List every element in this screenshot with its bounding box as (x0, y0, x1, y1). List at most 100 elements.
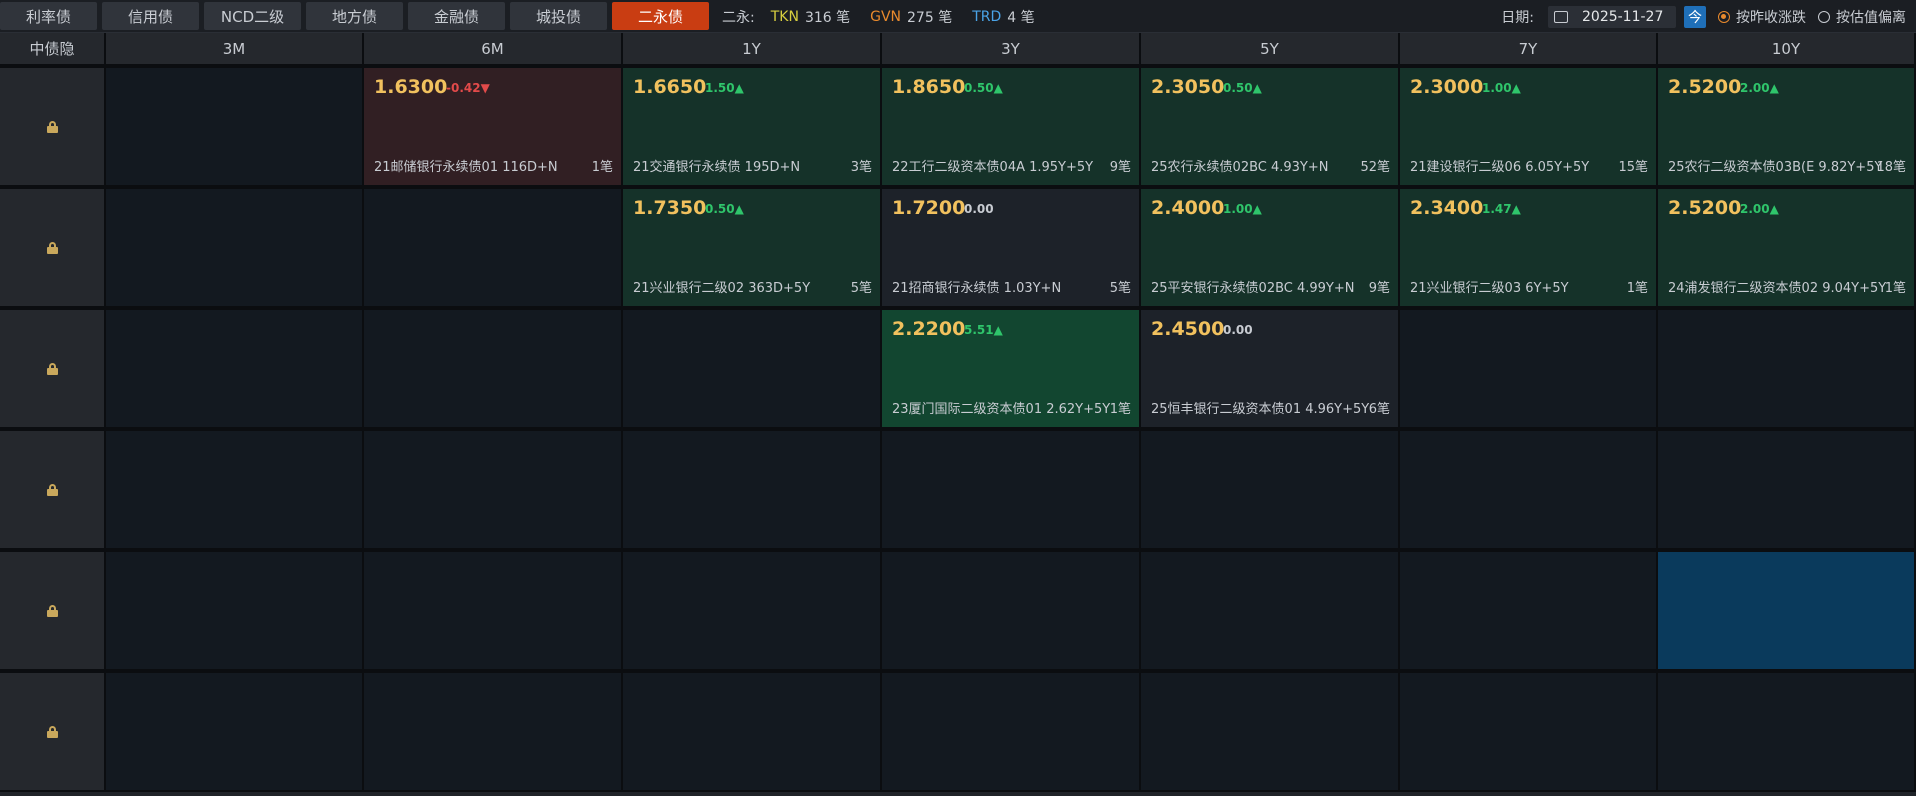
quote-cell[interactable]: 1.7200 0.00 21招商银行永续债 1.03Y+N 5笔 (882, 189, 1141, 308)
empty-cell[interactable] (364, 431, 623, 550)
empty-cell[interactable] (364, 189, 623, 308)
empty-cell[interactable] (1658, 673, 1916, 792)
yield-rate: 1.7200 (892, 197, 966, 219)
trade-count: 1笔 (1884, 281, 1906, 296)
empty-cell[interactable] (1400, 431, 1658, 550)
trade-count: 9笔 (1368, 281, 1390, 296)
yield-change: 2.00▲ (1740, 202, 1779, 216)
empty-cell[interactable] (623, 552, 882, 671)
lock-icon[interactable] (46, 362, 58, 375)
bond-name: 21邮储银行永续债01 116D+N (374, 160, 558, 175)
yield-change: 5.51▲ (964, 323, 1003, 337)
empty-cell[interactable] (882, 552, 1141, 671)
empty-cell[interactable] (364, 552, 623, 671)
column-header-1Y[interactable]: 1Y (623, 33, 882, 66)
column-header-6M[interactable]: 6M (364, 33, 623, 66)
yield-rate: 1.8650 (892, 76, 966, 98)
empty-cell[interactable] (1141, 673, 1400, 792)
column-header-5Y[interactable]: 5Y (1141, 33, 1400, 66)
calendar-icon[interactable] (1554, 10, 1568, 23)
column-header-3M[interactable]: 3M (106, 33, 364, 66)
yield-rate: 2.4500 (1151, 318, 1225, 340)
today-button[interactable]: 今 (1684, 5, 1706, 28)
quote-cell[interactable]: 1.6300 -0.42▼ 21邮储银行永续债01 116D+N 1笔 (364, 68, 623, 187)
lock-icon[interactable] (46, 483, 58, 496)
trade-count: 52笔 (1360, 160, 1390, 175)
empty-cell[interactable] (106, 68, 364, 187)
quote-cell[interactable]: 2.3000 1.00▲ 21建设银行二级06 6.05Y+5Y 15笔 (1400, 68, 1658, 187)
radio-unselected-icon[interactable] (1818, 10, 1830, 23)
yield-rate: 1.6650 (633, 76, 707, 98)
quote-cell[interactable]: 1.8650 0.50▲ 22工行二级资本债04A 1.95Y+5Y 9笔 (882, 68, 1141, 187)
trade-count: 1笔 (1626, 281, 1648, 296)
empty-cell[interactable] (882, 431, 1141, 550)
empty-cell[interactable] (1658, 310, 1916, 429)
lock-icon[interactable] (46, 241, 58, 254)
corner-header: 中债隐 (0, 33, 106, 66)
empty-cell[interactable] (1400, 310, 1658, 429)
quote-cell[interactable]: 2.5200 2.00▲ 25农行二级资本债03B(E 9.82Y+5Y 18笔 (1658, 68, 1916, 187)
column-header-10Y[interactable]: 10Y (1658, 33, 1916, 66)
empty-cell[interactable] (106, 552, 364, 671)
tab-6[interactable]: 二永债 (612, 2, 709, 30)
empty-cell[interactable] (106, 189, 364, 308)
row-label (0, 310, 106, 429)
selected-empty-cell[interactable] (1658, 552, 1916, 671)
lock-icon[interactable] (46, 120, 58, 133)
row-label (0, 552, 106, 671)
bottom-scrollbar[interactable] (0, 792, 1916, 796)
column-header-3Y[interactable]: 3Y (882, 33, 1141, 66)
quote-cell[interactable]: 1.7350 0.50▲ 21兴业银行二级02 363D+5Y 5笔 (623, 189, 882, 308)
empty-cell[interactable] (623, 431, 882, 550)
yield-change: -0.42▼ (446, 81, 490, 95)
empty-cell[interactable] (1400, 673, 1658, 792)
quote-cell[interactable]: 2.4000 1.00▲ 25平安银行永续债02BC 4.99Y+N 9笔 (1141, 189, 1400, 308)
empty-cell[interactable] (623, 673, 882, 792)
quote-cell[interactable]: 2.3400 1.47▲ 21兴业银行二级03 6Y+5Y 1笔 (1400, 189, 1658, 308)
row-label (0, 673, 106, 792)
quote-summary: 二永: TKN 316 笔 GVN 275 笔 TRD 4 笔 (722, 0, 1055, 33)
empty-cell[interactable] (106, 431, 364, 550)
empty-cell[interactable] (1141, 431, 1400, 550)
tab-5[interactable]: 城投债 (510, 2, 607, 30)
empty-cell[interactable] (106, 310, 364, 429)
radio-selected-icon[interactable] (1718, 10, 1730, 23)
quote-cell[interactable]: 2.4500 0.00 25恒丰银行二级资本债01 4.96Y+5Y 6笔 (1141, 310, 1400, 429)
empty-cell[interactable] (882, 673, 1141, 792)
trade-count: 1笔 (591, 160, 613, 175)
tab-1[interactable]: 信用债 (102, 2, 199, 30)
tab-2[interactable]: NCD二级 (204, 2, 301, 30)
lock-icon[interactable] (46, 725, 58, 738)
empty-cell[interactable] (364, 310, 623, 429)
tab-0[interactable]: 利率债 (0, 2, 97, 30)
radio-prev-close-change[interactable]: 按昨收涨跌 (1718, 7, 1806, 27)
yield-change: 1.47▲ (1482, 202, 1521, 216)
quote-cell[interactable]: 2.3050 0.50▲ 25农行永续债02BC 4.93Y+N 52笔 (1141, 68, 1400, 187)
tab-3[interactable]: 地方债 (306, 2, 403, 30)
lock-icon[interactable] (46, 604, 58, 617)
radio-valuation-deviation[interactable]: 按估值偏离 (1818, 7, 1906, 27)
top-toolbar: 利率债 信用债 NCD二级 地方债 金融债 城投债 二永债 二永: TKN 316 笔 GV… (0, 0, 1916, 33)
date-picker[interactable]: 2025-11-27 (1548, 5, 1676, 28)
empty-cell[interactable] (623, 310, 882, 429)
column-header-7Y[interactable]: 7Y (1400, 33, 1658, 66)
quote-cell[interactable]: 2.2200 5.51▲ 23厦门国际二级资本债01 2.62Y+5Y 1笔 (882, 310, 1141, 429)
trade-count: 5笔 (1109, 281, 1131, 296)
yield-change: 0.00 (1223, 323, 1253, 337)
quote-cell[interactable]: 1.6650 1.50▲ 21交通银行永续债 195D+N 3笔 (623, 68, 882, 187)
empty-cell[interactable] (106, 673, 364, 792)
row-label (0, 189, 106, 308)
empty-cell[interactable] (1141, 552, 1400, 671)
bond-name: 21交通银行永续债 195D+N (633, 160, 801, 175)
bond-name: 21建设银行二级06 6.05Y+5Y (1410, 160, 1590, 175)
yield-rate: 2.3050 (1151, 76, 1225, 98)
trade-count: 15笔 (1618, 160, 1648, 175)
empty-cell[interactable] (1400, 552, 1658, 671)
yield-rate: 1.7350 (633, 197, 707, 219)
tab-4[interactable]: 金融债 (408, 2, 505, 30)
empty-cell[interactable] (1658, 431, 1916, 550)
bond-name: 23厦门国际二级资本债01 2.62Y+5Y (892, 402, 1111, 417)
empty-cell[interactable] (364, 673, 623, 792)
yield-change: 2.00▲ (1740, 81, 1779, 95)
quote-cell[interactable]: 2.5200 2.00▲ 24浦发银行二级资本债02 9.04Y+5Y 1笔 (1658, 189, 1916, 308)
